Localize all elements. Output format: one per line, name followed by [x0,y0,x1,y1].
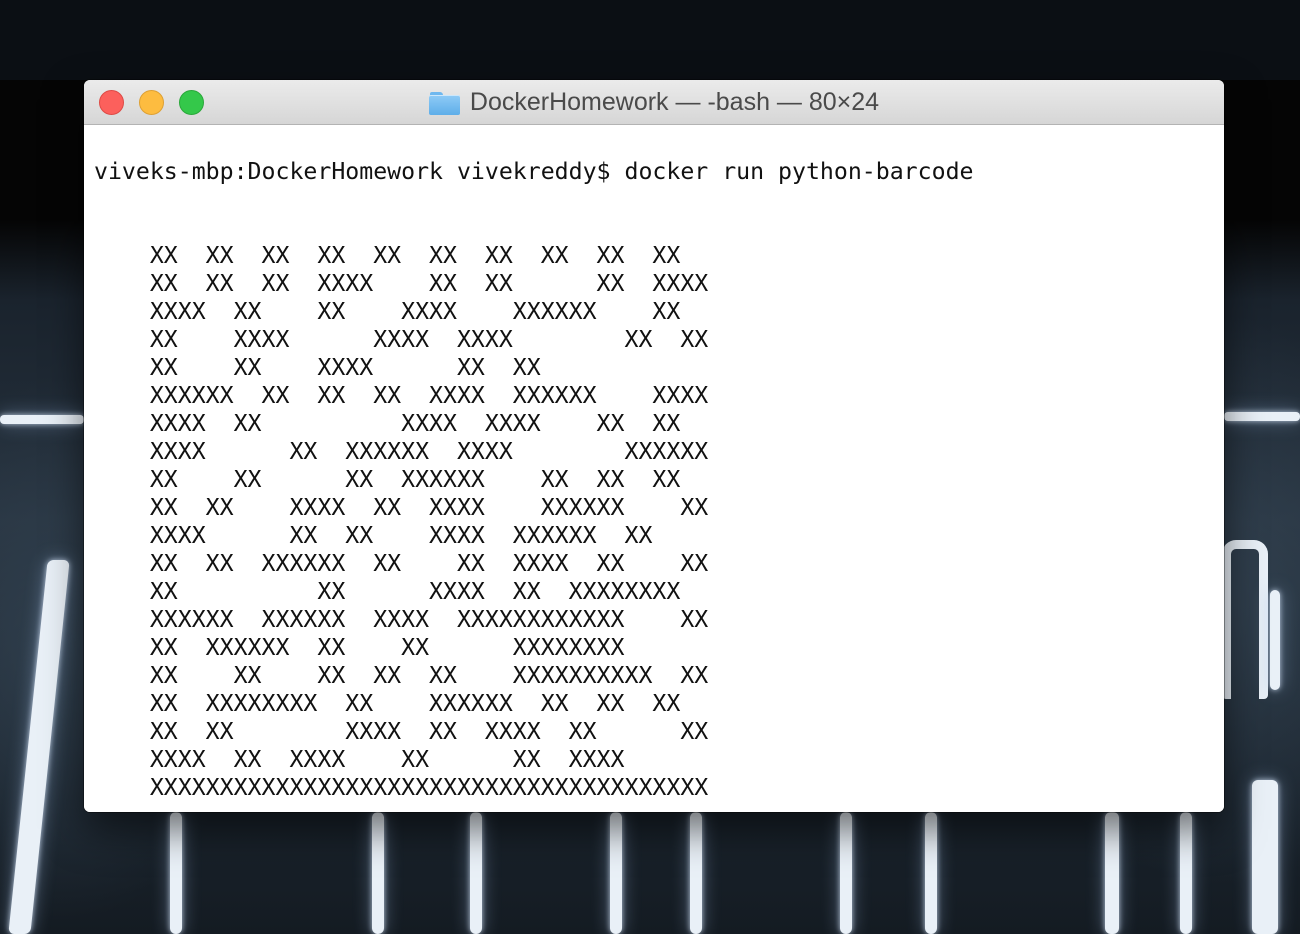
output-line: XXXX XX XXXXXX XXXX XXXXXX [94,438,709,465]
output-line: XX XX XX XX XX XX XX XX XX XX [94,242,681,269]
neon-tube [1270,590,1280,690]
command-text: docker run python-barcode [624,158,974,185]
neon-tube [840,812,852,934]
output-line: XX XX XXXX XX XXXXXXXX [94,578,681,605]
folder-icon-body [428,94,460,115]
neon-tube [1180,812,1192,934]
shell-prompt: viveks-mbp:DockerHomework vivekreddy$ [94,158,625,185]
terminal-content[interactable]: viveks-mbp:DockerHomework vivekreddy$ do… [84,125,1224,812]
output-line: XXXXXX XX XX XX XXXX XXXXXX XXXX [94,382,709,409]
window-title-text: DockerHomework — -bash — 80×24 [469,88,880,116]
output-line: XXXX XX XX XXXX XXXXXX XX [94,522,653,549]
output-line: XX XX XX XXXX XX XX XX XXXX [94,270,709,297]
output-line: XX XX XX XXXXXX XX XX XX [94,466,681,493]
neon-tube [1252,780,1278,934]
neon-tube [690,812,702,934]
output-line: XX XX XXXXXX XX XX XXXX XX XX [94,550,709,577]
output-line: XXXXXXXXXXXXXXXXXXXXXXXXXXXXXXXXXXXXXXXX [94,774,709,801]
command-line: viveks-mbp:DockerHomework vivekreddy$ do… [94,158,974,186]
output-line: XXXX XX XX XXXX XXXXXX XX [94,298,681,325]
output-line: XX XX XX XX XX XXXXXXXXXX XX [94,662,709,689]
neon-tube [372,812,384,934]
output-line: XX XX XXXX XX XX [94,354,541,381]
neon-tube [0,415,84,424]
output-line: XX XX XXXX XX XXXX XX XX [94,718,709,745]
output-line: XX XXXXXX XX XX XXXXXXXX [94,634,625,661]
window-title: DockerHomework — -bash — 80×24 [84,80,1224,125]
neon-tube [610,812,622,934]
title-bar[interactable]: DockerHomework — -bash — 80×24 [84,80,1224,125]
neon-tube [1224,412,1300,421]
barcode-output: XX XX XX XX XX XX XX XX XX XX XX XX XX X… [94,242,708,802]
neon-tube [1222,540,1268,699]
output-line: XXXX XX XXXX XXXX XX XX [94,410,681,437]
output-line: XX XXXX XXXX XXXX XX XX [94,326,709,353]
output-line: XXXXXX XXXXXX XXXX XXXXXXXXXXXX XX [94,606,709,633]
output-line: XXXX XX XXXX XX XX XXXX [94,746,625,773]
output-line: XX XXXXXXXX XX XXXXXX XX XX XX [94,690,681,717]
wallpaper-shadow [0,0,1300,80]
neon-tube [925,812,937,934]
neon-tube [1105,812,1119,934]
neon-tube [470,812,482,934]
neon-tube [8,560,70,934]
output-line: XX XX XXXX XX XXXX XXXXXX XX [94,494,709,521]
folder-icon [428,91,460,115]
terminal-window: DockerHomework — -bash — 80×24 viveks-mb… [84,80,1224,812]
neon-tube [170,812,182,934]
